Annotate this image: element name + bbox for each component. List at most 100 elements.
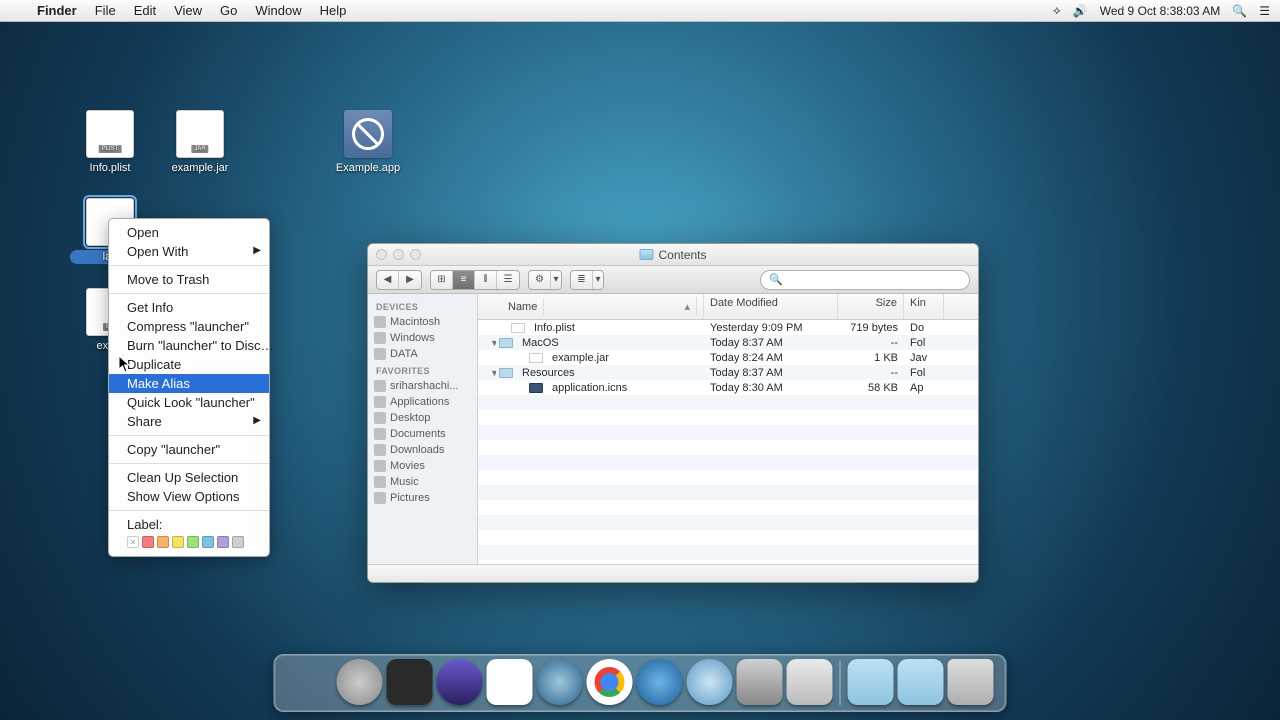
dock-safari-icon[interactable] xyxy=(687,659,733,705)
menu-item[interactable]: Show View Options xyxy=(109,487,269,506)
disclosure-triangle-icon[interactable]: ▼ xyxy=(484,368,496,378)
desktop-icon-example-app[interactable]: Example.app xyxy=(328,110,408,174)
menu-item[interactable]: Move to Trash xyxy=(109,270,269,289)
label-swatch[interactable] xyxy=(157,536,169,548)
menu-separator xyxy=(109,435,269,436)
date-cell: Today 8:24 AM xyxy=(704,352,838,364)
dock-trash-icon[interactable] xyxy=(948,659,994,705)
table-row[interactable]: ▼MacOSToday 8:37 AM--Fol xyxy=(478,335,978,350)
edit-menu[interactable]: Edit xyxy=(125,3,165,18)
table-row[interactable]: application.icnsToday 8:30 AM58 KBAp xyxy=(478,380,978,395)
sidebar-item[interactable]: DATA xyxy=(368,346,477,362)
go-menu[interactable]: Go xyxy=(211,3,246,18)
desktop-icon-info-plist[interactable]: PLISTInfo.plist xyxy=(70,110,150,174)
close-button[interactable] xyxy=(376,249,387,260)
date-cell: Today 8:37 AM xyxy=(704,337,838,349)
bluetooth-icon[interactable]: ⟡ xyxy=(1053,3,1061,18)
menu-item[interactable]: Copy "launcher" xyxy=(109,440,269,459)
search-input[interactable] xyxy=(787,274,961,286)
folder-icon xyxy=(499,368,513,378)
label-swatch[interactable] xyxy=(172,536,184,548)
sidebar-item[interactable]: Movies xyxy=(368,458,477,474)
menu-item[interactable]: Quick Look "launcher" xyxy=(109,393,269,412)
dock-sysprefs-icon[interactable] xyxy=(737,659,783,705)
volume-icon[interactable]: 🔊 xyxy=(1073,4,1088,18)
menu-item[interactable]: Make Alias xyxy=(109,374,269,393)
column-view-button[interactable]: ⫴ xyxy=(475,271,497,289)
menu-item[interactable]: Share▶ xyxy=(109,412,269,431)
label-swatch[interactable] xyxy=(232,536,244,548)
dock-launchpad-icon[interactable] xyxy=(337,659,383,705)
sidebar-item[interactable]: Desktop xyxy=(368,410,477,426)
window-menu[interactable]: Window xyxy=(246,3,310,18)
help-menu[interactable]: Help xyxy=(311,3,356,18)
dock-terminal-icon[interactable] xyxy=(387,659,433,705)
spotlight-icon[interactable]: 🔍 xyxy=(1232,4,1247,18)
notification-center-icon[interactable]: ☰ xyxy=(1259,4,1270,18)
file-name: MacOS xyxy=(516,337,565,349)
back-button[interactable]: ◀ xyxy=(377,271,399,289)
date-cell: Today 8:30 AM xyxy=(704,382,838,394)
app-menu[interactable]: Finder xyxy=(28,3,86,18)
table-row[interactable]: Info.plistYesterday 9:09 PM719 bytesDo xyxy=(478,320,978,335)
window-titlebar[interactable]: Contents xyxy=(368,244,978,266)
file-menu[interactable]: File xyxy=(86,3,125,18)
zoom-button[interactable] xyxy=(410,249,421,260)
menu-item[interactable]: Open With▶ xyxy=(109,242,269,261)
label-swatch[interactable] xyxy=(202,536,214,548)
menu-item[interactable]: Get Info xyxy=(109,298,269,317)
label-swatch[interactable] xyxy=(217,536,229,548)
menu-item[interactable]: Compress "launcher" xyxy=(109,317,269,336)
menu-item[interactable]: Burn "launcher" to Disc… xyxy=(109,336,269,355)
folder-icon xyxy=(639,249,653,260)
table-row[interactable]: example.jarToday 8:24 AM1 KBJav xyxy=(478,350,978,365)
menu-item[interactable]: Open xyxy=(109,223,269,242)
icon-label: Example.app xyxy=(328,162,408,174)
file-icon xyxy=(344,110,392,158)
sidebar-item[interactable]: Documents xyxy=(368,426,477,442)
sidebar-item[interactable]: Applications xyxy=(368,394,477,410)
empty-row xyxy=(478,530,978,545)
menu-item[interactable]: Clean Up Selection xyxy=(109,468,269,487)
view-menu[interactable]: View xyxy=(165,3,211,18)
dock-eclipse-icon[interactable] xyxy=(437,659,483,705)
label-swatch[interactable]: × xyxy=(127,536,139,548)
label-swatch[interactable] xyxy=(187,536,199,548)
date-cell: Today 8:37 AM xyxy=(704,367,838,379)
sidebar-item[interactable]: Pictures xyxy=(368,490,477,506)
list-view-button[interactable]: ≡ xyxy=(453,271,475,289)
search-field[interactable]: 🔍 xyxy=(760,270,970,290)
sidebar-item[interactable]: Macintosh xyxy=(368,314,477,330)
minimize-button[interactable] xyxy=(393,249,404,260)
dock-mail-icon[interactable] xyxy=(787,659,833,705)
dock-documents-icon[interactable] xyxy=(898,659,944,705)
forward-button[interactable]: ▶ xyxy=(399,271,421,289)
size-column-header[interactable]: Size xyxy=(838,294,904,319)
clock[interactable]: Wed 9 Oct 8:38:03 AM xyxy=(1100,4,1221,18)
coverflow-view-button[interactable]: ☰ xyxy=(497,271,519,289)
sidebar-item[interactable]: Downloads xyxy=(368,442,477,458)
sidebar-item[interactable]: Windows xyxy=(368,330,477,346)
dock-downloads-icon[interactable] xyxy=(848,659,894,705)
icon-view-button[interactable]: ⊞ xyxy=(431,271,453,289)
dock-chrome-icon[interactable] xyxy=(587,659,633,705)
dock-quicktime-icon[interactable] xyxy=(537,659,583,705)
menu-item[interactable]: Duplicate xyxy=(109,355,269,374)
sidebar-item[interactable]: Music xyxy=(368,474,477,490)
sidebar-item[interactable]: sriharshachi... xyxy=(368,378,477,394)
column-headers: Name▴ Date Modified Size Kin xyxy=(478,294,978,320)
arrange-menu[interactable]: ≣▾ xyxy=(570,270,604,290)
action-menu[interactable]: ⚙▾ xyxy=(528,270,562,290)
finder-sidebar: DEVICES MacintoshWindowsDATA FAVORITES s… xyxy=(368,294,478,564)
disclosure-triangle-icon[interactable]: ▼ xyxy=(484,338,496,348)
desktop-icon-example-jar[interactable]: JARexample.jar xyxy=(160,110,240,174)
submenu-arrow-icon: ▶ xyxy=(253,415,261,426)
submenu-arrow-icon: ▶ xyxy=(253,245,261,256)
table-row[interactable]: ▼ResourcesToday 8:37 AM--Fol xyxy=(478,365,978,380)
kind-column-header[interactable]: Kin xyxy=(904,294,944,319)
label-swatch[interactable] xyxy=(142,536,154,548)
name-column-header[interactable]: Name▴ xyxy=(478,294,704,319)
dock-textedit-icon[interactable] xyxy=(487,659,533,705)
date-column-header[interactable]: Date Modified xyxy=(704,294,838,319)
dock-appstore-icon[interactable] xyxy=(637,659,683,705)
